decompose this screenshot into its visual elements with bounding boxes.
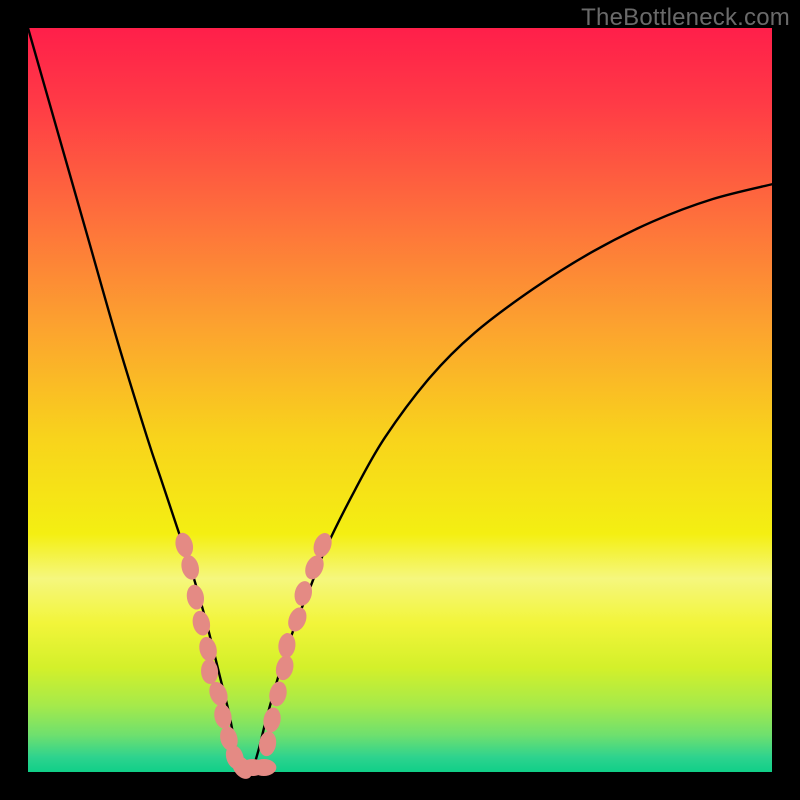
marker [302,553,327,583]
marker [179,553,202,582]
marker [257,730,278,757]
chart-frame: TheBottleneck.com [0,0,800,800]
marker [251,759,276,776]
watermark-text: TheBottleneck.com [581,4,790,32]
marker [285,605,310,635]
marker [277,632,296,659]
curve-layer [28,28,772,772]
highlighted-points [173,530,335,782]
marker [173,531,196,560]
bottleneck-curve [28,28,772,775]
plot-area [28,28,772,772]
